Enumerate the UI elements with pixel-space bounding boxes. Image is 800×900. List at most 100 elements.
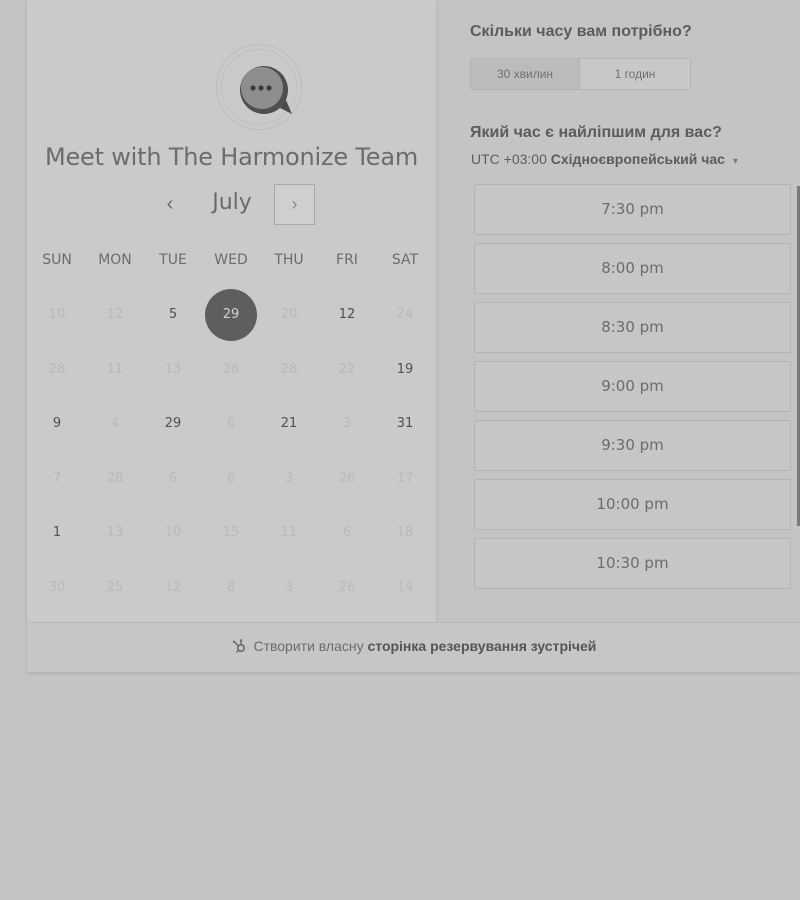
calendar-day: 25 <box>86 561 144 615</box>
day-number: 14 <box>396 580 414 595</box>
duration-toggle: 30 хвилин 1 годин <box>470 58 691 90</box>
footer-link-text: сторінка резервування зустрічей <box>367 638 597 654</box>
calendar-day[interactable]: 19 <box>376 343 434 397</box>
day-number: 22 <box>338 362 356 377</box>
day-number: 18 <box>396 525 414 540</box>
timeslot-list[interactable]: 7:30 pm 8:00 pm 8:30 pm 9:00 pm 9:30 pm … <box>470 180 800 590</box>
selected-day-button[interactable]: 29 <box>202 288 260 342</box>
next-month-button[interactable]: › <box>274 184 315 225</box>
day-number: 11 <box>106 362 124 377</box>
calendar-day: 10 <box>28 288 86 342</box>
day-number: 1 <box>52 525 62 540</box>
calendar-day: 15 <box>202 506 260 560</box>
day-number: 26 <box>338 580 356 595</box>
day-number: 3 <box>284 580 294 595</box>
timeslot-button[interactable]: 8:00 pm <box>474 243 791 294</box>
calendar-day[interactable]: 31 <box>376 397 434 451</box>
day-number: 12 <box>338 307 356 322</box>
calendar-day: 4 <box>86 397 144 451</box>
day-number: 31 <box>396 416 414 431</box>
calendar-day: 12 <box>144 561 202 615</box>
calendar-day: 6 <box>202 397 260 451</box>
calendar-day: 28 <box>28 343 86 397</box>
calendar-day[interactable]: 5 <box>144 288 202 342</box>
day-number: 28 <box>48 362 66 377</box>
calendar-day: 17 <box>376 452 434 506</box>
day-number: 12 <box>106 307 124 322</box>
calendar-day: 3 <box>260 452 318 506</box>
month-label: July <box>212 190 252 215</box>
calendar-day[interactable]: 9 <box>28 397 86 451</box>
calendar-day: 28 <box>86 452 144 506</box>
day-number: 10 <box>164 525 182 540</box>
weekday-label: SAT <box>391 252 419 268</box>
booking-title: Meet with The Harmonize Team <box>44 143 419 171</box>
caret-down-icon: ▾ <box>732 156 738 167</box>
day-number: 28 <box>222 362 240 377</box>
timeslot-button[interactable]: 8:30 pm <box>474 302 791 353</box>
calendar-day: 26 <box>318 561 376 615</box>
timezone-selector[interactable]: UTC +03:00 Східноєвропейський час ▾ <box>471 151 738 167</box>
calendar-day: 26 <box>318 452 376 506</box>
day-number: 30 <box>48 580 66 595</box>
day-number: 10 <box>48 307 66 322</box>
duration-30-min-button[interactable]: 30 хвилин <box>471 59 580 89</box>
calendar-day[interactable]: 29 <box>144 397 202 451</box>
day-number: 17 <box>396 471 414 486</box>
calendar-day: 24 <box>376 288 434 342</box>
day-number: 13 <box>106 525 124 540</box>
timeslot-button[interactable]: 10:00 pm <box>474 479 791 530</box>
calendar-day: 14 <box>376 561 434 615</box>
day-number: 20 <box>280 307 298 322</box>
timeslot-button[interactable]: 7:30 pm <box>474 184 791 235</box>
calendar-day: 11 <box>260 506 318 560</box>
day-number: 7 <box>52 471 62 486</box>
calendar-day: 12 <box>86 288 144 342</box>
day-number: 5 <box>168 307 178 322</box>
day-number: 9 <box>52 416 62 431</box>
time-question: Який час є найліпшим для вас? <box>470 124 722 141</box>
previous-month-button[interactable]: ‹ <box>153 186 187 222</box>
day-number: 8 <box>226 580 236 595</box>
calendar-day: 18 <box>376 506 434 560</box>
timeslot-button[interactable]: 10:30 pm <box>474 538 791 589</box>
calendar-day: 22 <box>318 343 376 397</box>
weekday-label: WED <box>214 252 248 268</box>
calendar-day: 6 <box>318 506 376 560</box>
day-number: 24 <box>396 307 414 322</box>
duration-1-hour-button[interactable]: 1 годин <box>580 59 690 89</box>
calendar-day: 6 <box>144 452 202 506</box>
day-number: 15 <box>222 525 240 540</box>
day-number: 4 <box>110 416 120 431</box>
chevron-left-icon: ‹ <box>166 193 174 215</box>
day-number: 6 <box>168 471 178 486</box>
calendar-day: 3 <box>318 397 376 451</box>
calendar-day: 10 <box>144 506 202 560</box>
calendar-day: 28 <box>260 343 318 397</box>
timezone-name: Східноєвропейський час <box>550 151 725 167</box>
day-number: 6 <box>226 416 236 431</box>
calendar-day: 11 <box>86 343 144 397</box>
create-booking-page-link[interactable]: Створити власну сторінка резервування зу… <box>231 638 597 654</box>
day-number: 11 <box>280 525 298 540</box>
day-number: 29 <box>164 416 182 431</box>
chevron-right-icon: › <box>291 194 298 214</box>
calendar-day: 6 <box>202 452 260 506</box>
weekday-label: MON <box>98 252 132 268</box>
weekday-label: TUE <box>159 252 187 268</box>
day-number: 29 <box>222 307 240 322</box>
timeslot-button[interactable]: 9:00 pm <box>474 361 791 412</box>
day-number: 19 <box>396 362 414 377</box>
day-number: 3 <box>342 416 352 431</box>
weekday-label: SUN <box>42 252 72 268</box>
weekday-header-row: SUN MON TUE WED THU FRI SAT <box>27 252 436 272</box>
calendar-day[interactable]: 21 <box>260 397 318 451</box>
footer-bar: Створити власну сторінка резервування зу… <box>27 622 800 672</box>
hubspot-sprocket-icon <box>232 639 245 653</box>
calendar-day[interactable]: 1 <box>28 506 86 560</box>
timeslot-button[interactable]: 9:30 pm <box>474 420 791 471</box>
weekday-label: FRI <box>336 252 358 268</box>
calendar-day[interactable]: 12 <box>318 288 376 342</box>
day-number: 26 <box>338 471 356 486</box>
harmonize-logo-icon <box>240 66 292 114</box>
